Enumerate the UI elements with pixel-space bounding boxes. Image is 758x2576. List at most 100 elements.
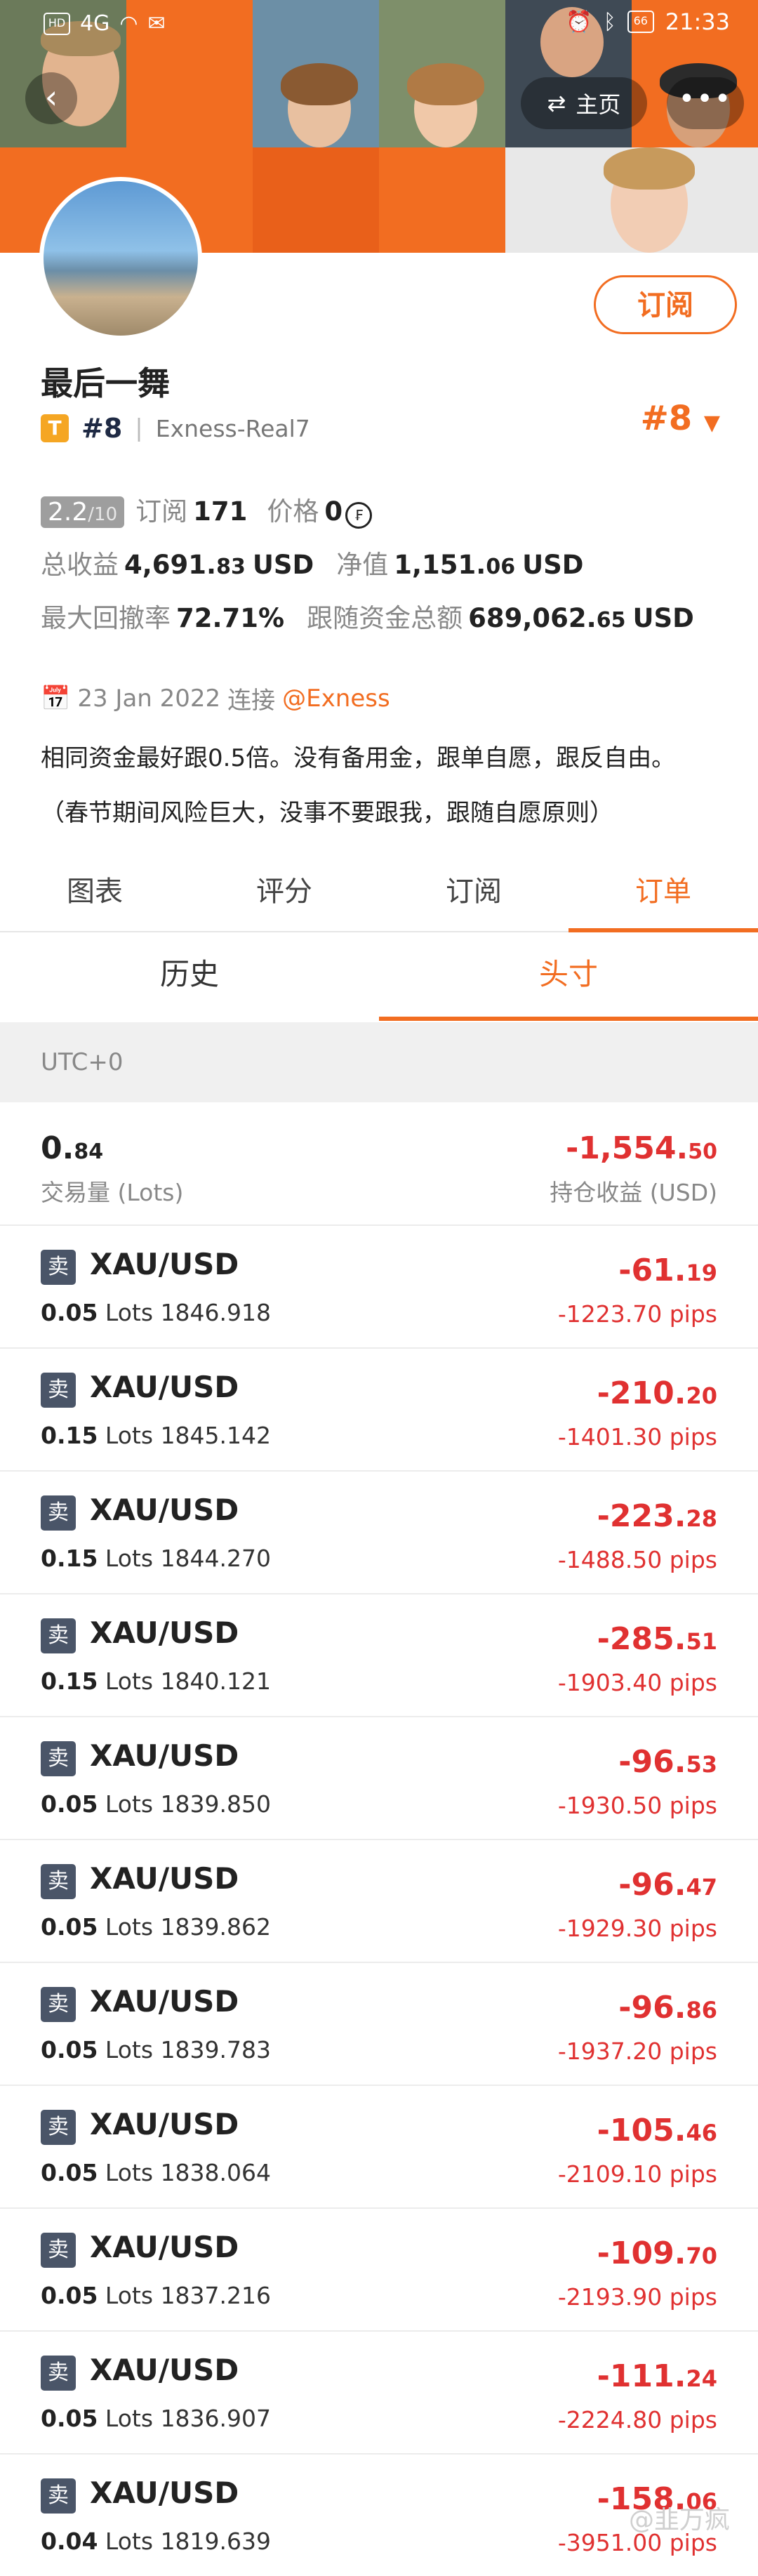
equity-currency: USD (522, 550, 584, 580)
broker-link[interactable]: @Exness (282, 685, 390, 713)
order-pips: -2109.10 pips (557, 2160, 717, 2188)
total-profit-dec: 83 (216, 555, 246, 579)
order-lots: 0.05 (41, 2282, 98, 2309)
order-pips: -1930.50 pips (557, 1792, 717, 1819)
equity-dec: 06 (486, 555, 516, 579)
order-lots: 0.15 (41, 1667, 98, 1695)
order-lots-unit: Lots (105, 1667, 154, 1695)
order-lots-unit: Lots (105, 1299, 154, 1326)
order-lots: 0.05 (41, 1913, 98, 1941)
sell-badge: 卖 (41, 2478, 76, 2514)
sell-badge: 卖 (41, 2110, 76, 2145)
order-pips: -2193.90 pips (557, 2283, 717, 2311)
order-pnl-int: -223. (597, 1498, 686, 1534)
order-pnl-int: -96. (618, 1867, 686, 1903)
order-lots-unit: Lots (105, 1790, 154, 1818)
order-symbol: XAU/USD (90, 1984, 239, 2019)
sell-badge: 卖 (41, 1373, 76, 1408)
order-row[interactable]: 卖 XAU/USD 0.15 Lots 1840.121 -285.51 -19… (0, 1594, 758, 1717)
tab-rating[interactable]: 评分 (190, 857, 379, 931)
drawdown-row: 最大回撤率 72.71% 跟随资金总额 689,062. 65 USD (41, 597, 694, 635)
order-row[interactable]: 卖 XAU/USD 0.05 Lots 1839.862 -96.47 -192… (0, 1840, 758, 1963)
sell-badge: 卖 (41, 2356, 76, 2391)
order-pnl-dec: 70 (686, 2243, 717, 2269)
order-row[interactable]: 卖 XAU/USD 0.15 Lots 1845.142 -210.20 -14… (0, 1349, 758, 1472)
drawdown-label: 最大回撤率 (41, 603, 171, 633)
price-value: 0 (324, 496, 343, 527)
drawdown-value: 72.71% (176, 603, 285, 633)
order-row[interactable]: 卖 XAU/USD 0.05 Lots 1839.783 -96.86 -193… (0, 1963, 758, 2086)
watermark: @韭万疯 (628, 2506, 730, 2535)
tab-subscribe[interactable]: 订阅 (379, 857, 568, 931)
order-price: 1838.064 (160, 2159, 272, 2186)
rank-dropdown[interactable]: #8 ▼ (641, 399, 720, 438)
description-line-2: （春节期间风险巨大，没事不要跟我，跟随自愿原则） (41, 799, 613, 827)
order-pnl-int: -285. (597, 1621, 686, 1657)
tab-orders[interactable]: 订单 (568, 857, 758, 932)
total-profit-currency: USD (252, 550, 314, 580)
order-row[interactable]: 卖 XAU/USD 0.15 Lots 1844.270 -223.28 -14… (0, 1472, 758, 1594)
order-pnl-dec: 86 (686, 1997, 717, 2023)
order-price: 1839.783 (160, 2036, 272, 2063)
order-symbol: XAU/USD (90, 1247, 239, 1281)
score-max: /10 (88, 504, 118, 525)
order-lots: 0.05 (41, 2159, 98, 2186)
order-symbol: XAU/USD (90, 1861, 239, 1896)
order-pnl: -210.20 (597, 1375, 717, 1411)
order-lots-line: 0.15 Lots 1845.142 (41, 1422, 271, 1449)
order-symbol: XAU/USD (90, 2476, 239, 2510)
order-row[interactable]: 卖 XAU/USD 0.05 Lots 1838.064 -105.46 -21… (0, 2086, 758, 2209)
order-pnl: -223.28 (597, 1498, 717, 1534)
follow-total-int: 689,062. (468, 603, 597, 633)
connect-row: 📅 23 Jan 2022 连接 @Exness (41, 681, 390, 715)
battery-icon: 66 (627, 11, 654, 33)
positions-summary: 0.84 交易量 (Lots) -1,554.50 持仓收益 (USD) (0, 1104, 758, 1226)
avatar[interactable] (39, 177, 202, 340)
follow-total-label: 跟随资金总额 (307, 603, 463, 633)
total-profit-int: 4,691. (124, 550, 217, 580)
order-row[interactable]: 卖 XAU/USD 0.05 Lots 1837.216 -109.70 -21… (0, 2209, 758, 2332)
rank-line: T #8 | Exness-Real7 (41, 413, 310, 444)
orders-list: 卖 XAU/USD 0.05 Lots 1846.918 -61.19 -122… (0, 1226, 758, 2576)
main-tabs: 图表 评分 订阅 订单 (0, 857, 758, 932)
more-button[interactable]: ••• (667, 77, 744, 129)
order-symbol: XAU/USD (90, 2230, 239, 2264)
order-pnl-dec: 51 (686, 1628, 717, 1655)
subtab-history[interactable]: 历史 (0, 932, 379, 1021)
order-subtabs: 历史 头寸 (0, 932, 758, 1021)
order-pnl-dec: 24 (686, 2365, 717, 2392)
order-row[interactable]: 卖 XAU/USD 0.05 Lots 1839.850 -96.53 -193… (0, 1717, 758, 1840)
order-pnl-dec: 47 (686, 1874, 717, 1901)
order-lots: 0.05 (41, 1299, 98, 1326)
order-pnl: -109.70 (597, 2235, 717, 2271)
back-button[interactable]: ‹ (25, 72, 77, 124)
follow-total-currency: USD (632, 603, 694, 633)
description-line-1: 相同资金最好跟0.5倍。没有备用金，跟单自愿，跟反自由。 (41, 744, 676, 772)
order-symbol: XAU/USD (90, 1738, 239, 1773)
order-pnl-dec: 53 (686, 1751, 717, 1778)
tier-badge: T (41, 414, 69, 442)
order-lots: 0.04 (41, 2528, 98, 2555)
signal-icon: HD (44, 12, 70, 35)
order-lots-unit: Lots (105, 2282, 154, 2309)
subtab-positions[interactable]: 头寸 (379, 932, 758, 1021)
order-row[interactable]: 卖 XAU/USD 0.05 Lots 1836.907 -111.24 -22… (0, 2332, 758, 2455)
follow-total-dec: 65 (596, 608, 626, 633)
order-lots-unit: Lots (105, 1545, 154, 1572)
order-lots-line: 0.15 Lots 1840.121 (41, 1667, 271, 1695)
subscribe-button[interactable]: 订阅 (594, 275, 737, 334)
order-price: 1836.907 (160, 2405, 272, 2432)
order-lots-unit: Lots (105, 2528, 154, 2555)
wifi-icon: ◠ (119, 11, 138, 36)
order-lots-line: 0.04 Lots 1819.639 (41, 2528, 271, 2555)
order-pnl-dec: 20 (686, 1382, 717, 1409)
order-pnl: -105.46 (597, 2113, 717, 2148)
sell-badge: 卖 (41, 1495, 76, 1531)
order-lots: 0.15 (41, 1422, 98, 1449)
tab-chart[interactable]: 图表 (0, 857, 190, 931)
order-pnl: -96.53 (618, 1744, 717, 1780)
home-button[interactable]: ⇄ 主页 (521, 77, 647, 129)
order-lots-line: 0.05 Lots 1839.850 (41, 1790, 271, 1818)
order-pnl: -111.24 (597, 2358, 717, 2394)
order-row[interactable]: 卖 XAU/USD 0.05 Lots 1846.918 -61.19 -122… (0, 1226, 758, 1349)
